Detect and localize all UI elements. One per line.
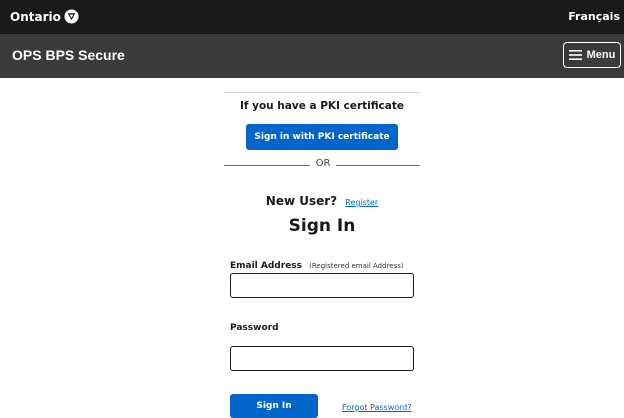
email-hint: (Registered email Address) (309, 262, 404, 270)
new-user-label: New User? (265, 194, 338, 208)
register-link[interactable]: Register (345, 198, 378, 207)
language-toggle-link[interactable]: Français (568, 10, 620, 23)
email-label: Email Address (230, 261, 303, 271)
forgot-password-link[interactable]: Forgot Password? (342, 403, 412, 412)
or-line-left (224, 165, 310, 166)
hamburger-icon (568, 50, 582, 60)
trillium-icon (64, 9, 79, 24)
password-input[interactable] (230, 346, 414, 371)
app-bar: OPS BPS Secure Menu (0, 34, 624, 78)
or-line-right (336, 165, 420, 166)
logo-text: Ontario (10, 9, 61, 24)
new-user-row: New User? Register (224, 190, 420, 209)
or-text: OR (315, 158, 331, 169)
pki-signin-button[interactable]: Sign in with PKI certificate (246, 124, 398, 150)
menu-button[interactable]: Menu (563, 42, 621, 68)
signin-button[interactable]: Sign In (230, 394, 318, 418)
menu-label: Menu (586, 49, 616, 61)
or-divider: OR (224, 158, 420, 172)
top-bar: Ontario Français (0, 0, 624, 34)
app-title: OPS BPS Secure (12, 47, 125, 63)
pki-label: If you have a PKI certificate (239, 100, 404, 112)
email-label-row: Email Address (Registered email Address) (230, 253, 404, 272)
ontario-logo[interactable]: Ontario (10, 9, 79, 24)
password-label: Password (230, 323, 279, 333)
email-input[interactable] (230, 273, 414, 298)
top-divider (224, 92, 420, 93)
signin-heading: Sign In (288, 216, 356, 236)
